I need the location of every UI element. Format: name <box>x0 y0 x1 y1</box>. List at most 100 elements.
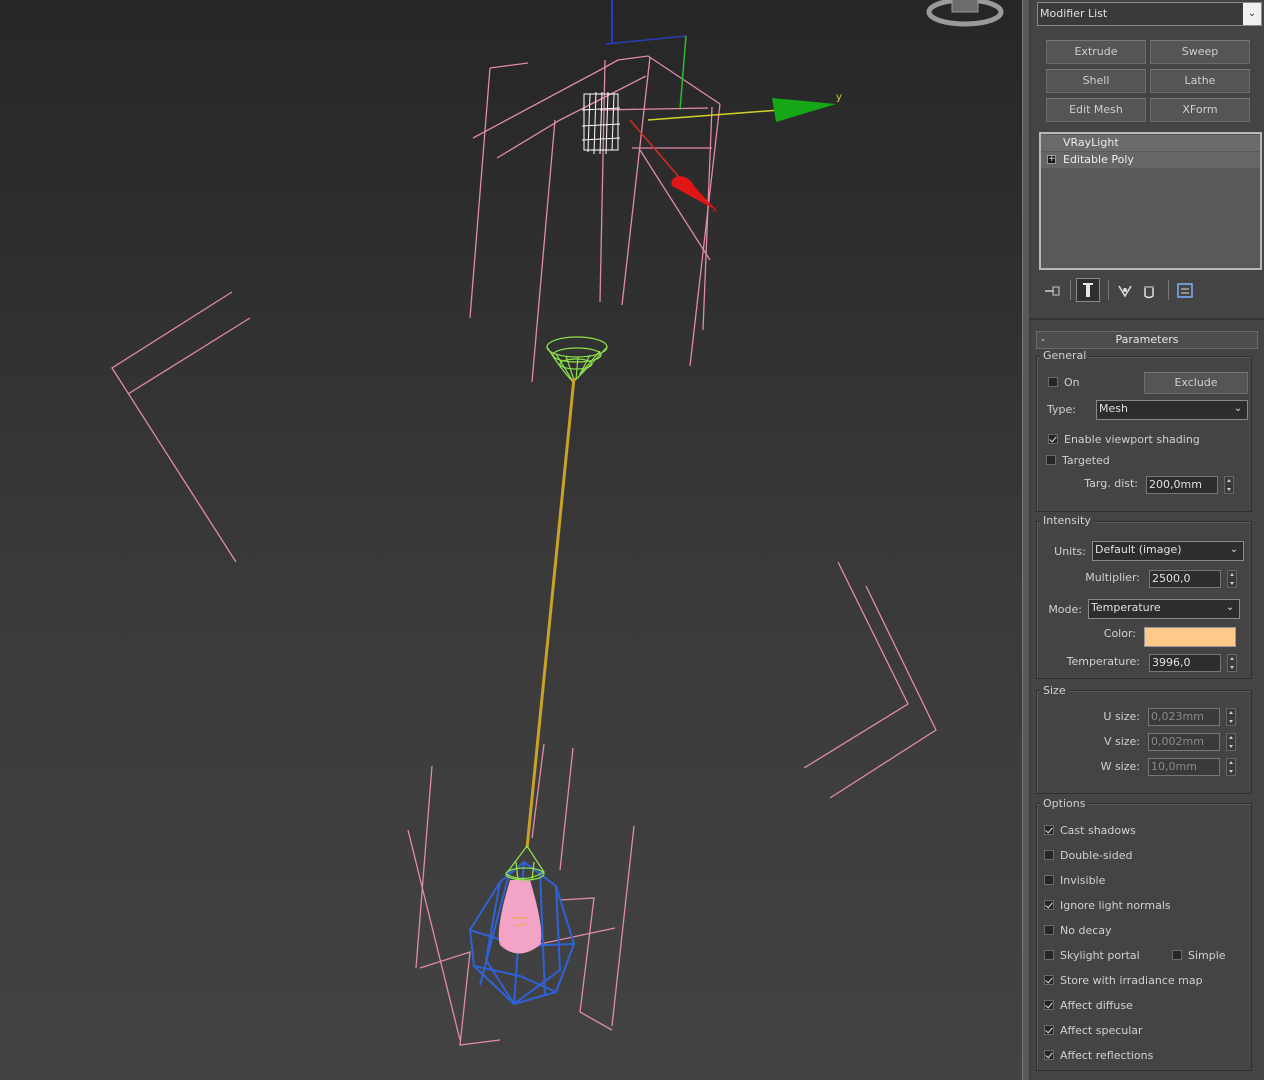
targ-dist-label: Targ. dist: <box>1084 477 1138 490</box>
option-label: No decay <box>1060 923 1112 937</box>
panel-divider[interactable] <box>1022 0 1030 1080</box>
xform-button[interactable]: XForm <box>1150 98 1250 122</box>
enable-viewport-shading-box[interactable] <box>1048 434 1058 444</box>
show-end-result-icon[interactable] <box>1076 278 1100 302</box>
general-group-title: General <box>1040 349 1090 362</box>
spinner-arrows-icon[interactable] <box>1226 758 1236 776</box>
viewcube-icon[interactable] <box>926 0 1004 27</box>
modifier-stack[interactable]: VRayLight + Editable Poly <box>1039 132 1262 270</box>
expand-plus-icon[interactable]: + <box>1047 155 1056 164</box>
chevron-down-icon: ⌄ <box>1225 602 1235 613</box>
option-checkbox-box[interactable] <box>1044 1025 1054 1035</box>
v-size-label: V size: <box>1103 735 1140 748</box>
u-size-field[interactable]: 0,023mm <box>1148 708 1220 726</box>
option-checkbox[interactable]: Skylight portal <box>1044 947 1140 963</box>
chevron-down-icon: ⌄ <box>1243 3 1261 25</box>
option-label: Skylight portal <box>1060 948 1140 962</box>
viewport[interactable]: y x <box>0 0 1022 1080</box>
spinner-arrows-icon[interactable] <box>1227 654 1237 672</box>
v-size-field[interactable]: 0,002mm <box>1148 733 1220 751</box>
option-checkbox[interactable]: Cast shadows <box>1044 822 1136 838</box>
option-checkbox-box[interactable] <box>1044 950 1054 960</box>
multiplier-field[interactable]: 2500,0 <box>1149 570 1221 588</box>
option-checkbox-box[interactable] <box>1044 925 1054 935</box>
gizmo-y-label: y <box>836 92 842 103</box>
sweep-button[interactable]: Sweep <box>1150 40 1250 64</box>
wire-bracket-right <box>803 561 937 799</box>
configure-modifier-sets-icon[interactable] <box>1176 282 1196 300</box>
parameters-rollout-header[interactable]: - Parameters <box>1036 331 1258 349</box>
spinner-arrows-icon[interactable] <box>1224 476 1234 494</box>
option-checkbox[interactable]: Ignore light normals <box>1044 897 1171 913</box>
option-checkbox-box[interactable] <box>1044 900 1054 910</box>
pin-stack-icon[interactable] <box>1042 282 1062 300</box>
option-checkbox-box[interactable] <box>1044 850 1054 860</box>
viewport-scene: y x <box>111 0 1004 1046</box>
edit-mesh-button[interactable]: Edit Mesh <box>1046 98 1146 122</box>
units-label: Units: <box>1054 545 1086 558</box>
targ-dist-field[interactable]: 200,0mm <box>1146 476 1218 494</box>
option-label: Affect reflections <box>1060 1048 1154 1062</box>
on-checkbox-box[interactable] <box>1048 377 1058 387</box>
option-label: Store with irradiance map <box>1060 973 1203 987</box>
lathe-button[interactable]: Lathe <box>1150 69 1250 93</box>
simple-checkbox[interactable]: Simple <box>1172 947 1226 963</box>
shell-button[interactable]: Shell <box>1046 69 1146 93</box>
cord <box>525 377 576 849</box>
toolbar-divider <box>1168 280 1169 300</box>
mode-dropdown[interactable]: Temperature ⌄ <box>1088 599 1240 619</box>
spinner-arrows-icon[interactable] <box>1226 708 1236 726</box>
collapse-icon: - <box>1041 333 1045 346</box>
units-dropdown[interactable]: Default (image) ⌄ <box>1092 541 1244 561</box>
chevron-down-icon: ⌄ <box>1229 544 1239 555</box>
remove-modifier-icon[interactable] <box>1140 282 1158 300</box>
make-unique-icon[interactable] <box>1116 282 1134 300</box>
size-group-title: Size <box>1040 684 1069 697</box>
intensity-group-title: Intensity <box>1040 514 1094 527</box>
option-checkbox[interactable]: Invisible <box>1044 872 1105 888</box>
option-checkbox[interactable]: Affect reflections <box>1044 1047 1153 1063</box>
option-label: Ignore light normals <box>1060 898 1171 912</box>
simple-box[interactable] <box>1172 950 1182 960</box>
temperature-field[interactable]: 3996,0 <box>1149 654 1221 672</box>
color-label: Color: <box>1103 627 1136 640</box>
targeted-checkbox[interactable]: Targeted <box>1046 452 1110 468</box>
gizmo-x-label: x <box>712 205 718 215</box>
option-checkbox[interactable]: Store with irradiance map <box>1044 972 1203 988</box>
modifier-list-label: Modifier List <box>1040 7 1108 20</box>
toolbar-divider <box>1070 280 1071 300</box>
option-label: Affect diffuse <box>1060 998 1133 1012</box>
stack-item-editable-poly[interactable]: + Editable Poly <box>1041 152 1260 168</box>
spinner-arrows-icon[interactable] <box>1227 570 1237 588</box>
ceiling-canopy <box>546 336 608 383</box>
temperature-label: Temperature: <box>1066 655 1140 668</box>
options-group-title: Options <box>1040 797 1089 810</box>
extrude-button[interactable]: Extrude <box>1046 40 1146 64</box>
option-checkbox-box[interactable] <box>1044 1000 1054 1010</box>
option-checkbox[interactable]: No decay <box>1044 922 1112 938</box>
color-swatch[interactable] <box>1144 627 1236 647</box>
option-checkbox[interactable]: Affect diffuse <box>1044 997 1133 1013</box>
enable-viewport-shading-checkbox[interactable]: Enable viewport shading <box>1048 431 1200 447</box>
option-checkbox[interactable]: Affect specular <box>1044 1022 1143 1038</box>
option-label: Affect specular <box>1060 1023 1143 1037</box>
option-checkbox-box[interactable] <box>1044 875 1054 885</box>
u-size-label: U size: <box>1103 710 1140 723</box>
modifier-list-dropdown[interactable]: Modifier List ⌄ <box>1037 2 1262 26</box>
exclude-button[interactable]: Exclude <box>1144 372 1248 394</box>
on-checkbox[interactable]: On <box>1048 374 1080 390</box>
option-checkbox-box[interactable] <box>1044 1050 1054 1060</box>
targeted-box[interactable] <box>1046 455 1056 465</box>
option-checkbox[interactable]: Double-sided <box>1044 847 1132 863</box>
type-dropdown[interactable]: Mesh ⌄ <box>1096 400 1248 420</box>
command-panel: Modifier List ⌄ Extrude Sweep Shell Lath… <box>1030 0 1264 1080</box>
option-checkbox-box[interactable] <box>1044 825 1054 835</box>
multiplier-label: Multiplier: <box>1085 571 1140 584</box>
stack-item-vraylight[interactable]: VRayLight <box>1041 135 1260 151</box>
option-label: Double-sided <box>1060 848 1133 862</box>
spinner-arrows-icon[interactable] <box>1226 733 1236 751</box>
option-label: Cast shadows <box>1060 823 1136 837</box>
w-size-field[interactable]: 10,0mm <box>1148 758 1220 776</box>
w-size-label: W size: <box>1100 760 1140 773</box>
option-checkbox-box[interactable] <box>1044 975 1054 985</box>
